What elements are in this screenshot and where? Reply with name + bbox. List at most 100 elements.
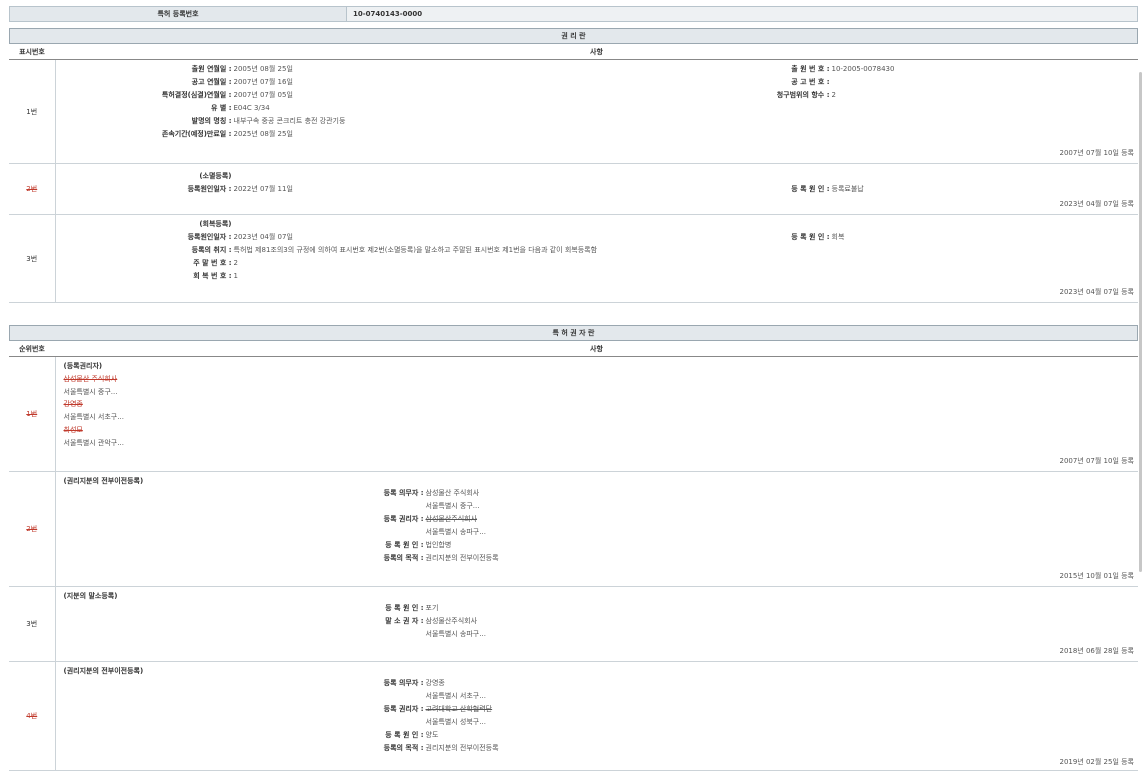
field-value: 특허법 제81조의3의 규정에 의하여 표시번호 제2번(소멸등록)을 말소하고… bbox=[232, 244, 598, 257]
field-label: 말 소 권 자 : bbox=[326, 615, 424, 628]
holder-row-1: 1번 (등록권리자) 삼성물산 주식회사 서울특별시 중구... 강영종 서울특… bbox=[9, 357, 1138, 472]
registration-date: 2019년 02월 25일 등록 bbox=[1059, 756, 1138, 768]
field-value: 2022년 07월 11일 bbox=[232, 183, 293, 196]
field-label: 등록원인일자 : bbox=[56, 183, 232, 196]
rights-row-3: 3번 (회복등록) 등록원인일자 :2023년 04월 07일 등록의 취지 :… bbox=[9, 215, 1138, 303]
holder-row-number: 4번 bbox=[9, 662, 55, 771]
field-value: 2023년 04월 07일 bbox=[232, 231, 293, 244]
field-label: 등록의 목적 : bbox=[326, 742, 424, 755]
field-label: 등록의 목적 : bbox=[326, 552, 424, 565]
entry-heading: (권리지분의 전부이전등록) bbox=[64, 666, 144, 676]
rights-section-title: 권 리 란 bbox=[9, 28, 1138, 44]
field-label: 주 말 번 호 : bbox=[56, 257, 232, 270]
rights-row-number: 1번 bbox=[9, 60, 55, 164]
holder-col-item: 사항 bbox=[55, 341, 1138, 357]
entry-heading: (소멸등록) bbox=[56, 170, 232, 183]
field-label: 등록 의무자 : bbox=[326, 677, 424, 690]
rights-row-number: 3번 bbox=[9, 215, 55, 303]
field-label bbox=[326, 716, 424, 729]
field-value: 서울특별시 송파구... bbox=[424, 628, 486, 641]
field-value: 삼성물산주식회사 bbox=[424, 615, 478, 628]
holder-name: 삼성물산 주식회사 bbox=[64, 373, 124, 386]
field-value: 2 bbox=[232, 257, 238, 270]
field-value: 1 bbox=[232, 270, 238, 283]
field-value: 등록료불납 bbox=[830, 183, 864, 196]
rights-row-1: 1번 출원 연월일 :2005년 08월 25일 공고 연월일 :2007년 0… bbox=[9, 60, 1138, 164]
field-label: 유 별 : bbox=[56, 102, 232, 115]
holder-row-2: 2번 (권리지분의 전부이전등록) 등록 의무자 :삼성물산 주식회사 서울특별… bbox=[9, 472, 1138, 587]
registration-date: 2023년 04월 07일 등록 bbox=[1059, 286, 1138, 298]
field-label bbox=[326, 690, 424, 703]
field-label: 등록 의무자 : bbox=[326, 487, 424, 500]
registry-document: 특허 등록번호 10-0740143-0000 권 리 란 표시번호 사항 1번… bbox=[9, 6, 1138, 771]
entry-heading: (등록권리자) bbox=[64, 360, 124, 373]
rights-col-item: 사항 bbox=[55, 44, 1138, 60]
field-label: 등 록 원 인 : bbox=[656, 231, 830, 244]
field-label: 등록원인일자 : bbox=[56, 231, 232, 244]
field-label: 등 록 원 인 : bbox=[326, 602, 424, 615]
registration-number-bar: 특허 등록번호 10-0740143-0000 bbox=[9, 6, 1138, 22]
registration-date: 2023년 04월 07일 등록 bbox=[1059, 198, 1138, 210]
holder-address: 서울특별시 관악구... bbox=[64, 437, 124, 450]
field-label: 회 복 번 호 : bbox=[56, 270, 232, 283]
field-label: 청구범위의 항수 : bbox=[656, 89, 830, 102]
holder-row-number: 1번 bbox=[9, 357, 55, 472]
holder-table: 순위번호 사항 1번 (등록권리자) 삼성물산 주식회사 서울특별시 중구...… bbox=[9, 341, 1138, 771]
field-value: 회복 bbox=[830, 231, 845, 244]
rights-table: 표시번호 사항 1번 출원 연월일 :2005년 08월 25일 공고 연월일 … bbox=[9, 44, 1138, 303]
field-label: 발명의 명칭 : bbox=[56, 115, 232, 128]
holder-row-number: 2번 bbox=[9, 472, 55, 587]
field-value bbox=[830, 76, 832, 89]
field-label: 출원 연월일 : bbox=[56, 63, 232, 76]
field-value: 서울특별시 서초구... bbox=[424, 690, 486, 703]
rights-row-2: 2번 (소멸등록) 등록원인일자 :2022년 07월 11일 등 록 원 인 … bbox=[9, 164, 1138, 215]
field-value: 서울특별시 성북구... bbox=[424, 716, 486, 729]
holder-row-3: 3번 (지분의 말소등록) 등 록 원 인 :포기 말 소 권 자 :삼성물산주… bbox=[9, 587, 1138, 662]
holder-name: 최성모 bbox=[64, 424, 124, 437]
field-value: 2 bbox=[830, 89, 836, 102]
rights-col-no: 표시번호 bbox=[9, 44, 55, 60]
field-label: 등 록 원 인 : bbox=[326, 729, 424, 742]
registration-date: 2007년 07월 10일 등록 bbox=[1059, 455, 1138, 467]
field-value: 2007년 07월 16일 bbox=[232, 76, 293, 89]
registration-date: 2015년 10월 01일 등록 bbox=[1059, 570, 1138, 582]
field-value: 10-2005-0078430 bbox=[830, 63, 895, 76]
holder-col-no: 순위번호 bbox=[9, 341, 55, 357]
field-label: 존속기간(예정)만료일 : bbox=[56, 128, 232, 141]
field-value: 서울특별시 중구... bbox=[424, 500, 480, 513]
holder-address: 서울특별시 서초구... bbox=[64, 411, 124, 424]
registration-number-value: 10-0740143-0000 bbox=[347, 7, 1138, 22]
field-value: 삼성물산 주식회사 bbox=[424, 487, 480, 500]
registration-date: 2018년 06월 28일 등록 bbox=[1059, 645, 1138, 657]
field-label: 등록의 취지 : bbox=[56, 244, 232, 257]
holder-row-number: 3번 bbox=[9, 587, 55, 662]
field-value: 권리지분의 전부이전등록 bbox=[424, 552, 499, 565]
holder-name: 강영종 bbox=[64, 398, 124, 411]
field-value: 권리지분의 전부이전등록 bbox=[424, 742, 499, 755]
field-label: 공 고 번 호 : bbox=[656, 76, 830, 89]
field-label bbox=[326, 526, 424, 539]
field-value: 2025년 08월 25일 bbox=[232, 128, 293, 141]
entry-heading: (지분의 말소등록) bbox=[64, 591, 118, 601]
field-label: 특허결정(심결)연월일 : bbox=[56, 89, 232, 102]
field-value: 포기 bbox=[424, 602, 439, 615]
holder-address: 서울특별시 중구... bbox=[64, 386, 124, 399]
registration-number-label: 특허 등록번호 bbox=[10, 7, 347, 22]
field-value: 내부구속 중공 콘크리트 충전 강관기둥 bbox=[232, 115, 346, 128]
field-value: 고려대학교 산학협력단 bbox=[424, 703, 493, 716]
rights-row-number: 2번 bbox=[9, 164, 55, 215]
entry-heading: (회복등록) bbox=[56, 218, 232, 231]
field-label: 등 록 원 인 : bbox=[326, 539, 424, 552]
field-value: 삼성물산주식회사 bbox=[424, 513, 478, 526]
field-label bbox=[326, 500, 424, 513]
field-value: 법인합병 bbox=[424, 539, 452, 552]
field-label: 출 원 번 호 : bbox=[656, 63, 830, 76]
field-label: 공고 연월일 : bbox=[56, 76, 232, 89]
field-value: 2005년 08월 25일 bbox=[232, 63, 293, 76]
field-value: 강영종 bbox=[424, 677, 445, 690]
field-value: 2007년 07월 05일 bbox=[232, 89, 293, 102]
field-label: 등록 권리자 : bbox=[326, 513, 424, 526]
holder-row-4: 4번 (권리지분의 전부이전등록) 등록 의무자 :강영종 서울특별시 서초구.… bbox=[9, 662, 1138, 771]
field-label: 등록 권리자 : bbox=[326, 703, 424, 716]
registration-date: 2007년 07월 10일 등록 bbox=[1059, 147, 1138, 159]
